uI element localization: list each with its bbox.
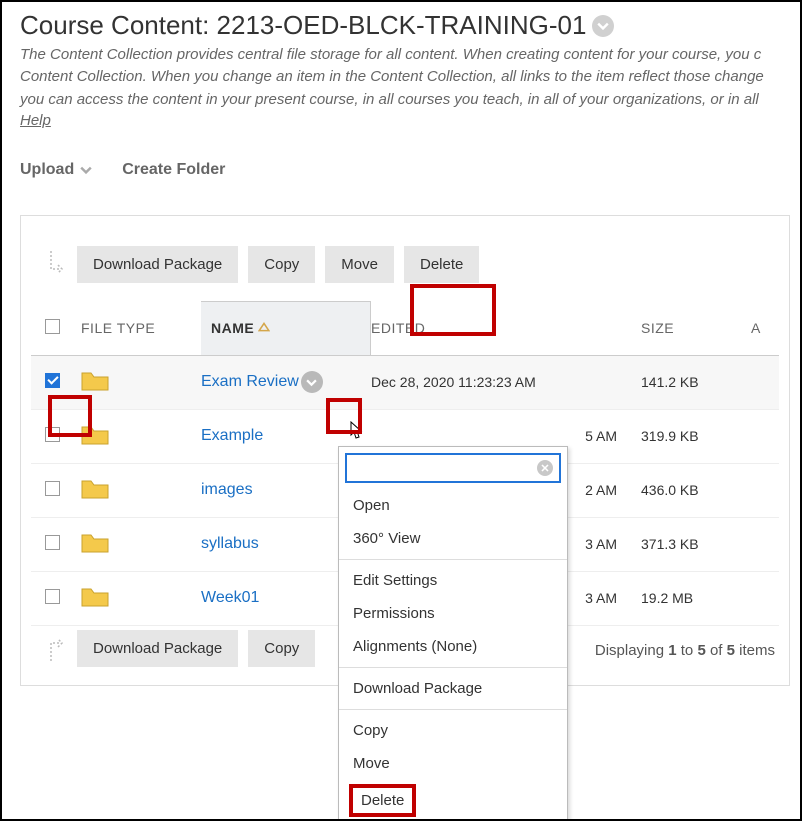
- selection-arrow-icon: [47, 249, 67, 279]
- row-size: 371.3 KB: [641, 536, 751, 552]
- row-size: 319.9 KB: [641, 428, 751, 444]
- row-checkbox[interactable]: [45, 589, 60, 604]
- download-package-button[interactable]: Download Package: [77, 246, 238, 283]
- sort-asc-icon: [258, 320, 270, 336]
- context-menu-edit-settings[interactable]: Edit Settings: [339, 564, 567, 597]
- context-menu: ✕ Open 360° View Edit Settings Permissio…: [338, 446, 568, 821]
- paging-to: 5: [697, 642, 705, 659]
- row-checkbox[interactable]: [45, 373, 60, 388]
- context-menu-open[interactable]: Open: [339, 489, 567, 522]
- paging-suffix: items: [735, 642, 775, 659]
- table-header: FILE TYPE NAME EDITED SIZE A: [31, 301, 779, 356]
- copy-button-bottom[interactable]: Copy: [248, 630, 315, 667]
- file-name-link[interactable]: Example: [201, 427, 263, 444]
- context-menu-360view[interactable]: 360° View: [339, 522, 567, 555]
- menu-separator: [339, 667, 567, 668]
- paging-of-label: of: [706, 642, 727, 659]
- paging-text: Displaying 1 to 5 of 5 items: [595, 642, 775, 659]
- file-name-link[interactable]: syllabus: [201, 535, 259, 552]
- col-name[interactable]: NAME: [201, 301, 371, 355]
- upload-button[interactable]: Upload: [20, 161, 92, 179]
- file-name-link[interactable]: Week01: [201, 589, 259, 606]
- context-menu-delete[interactable]: Delete: [349, 784, 416, 817]
- paging-to-label: to: [677, 642, 698, 659]
- upload-label: Upload: [20, 161, 74, 179]
- folder-icon: [81, 424, 201, 449]
- menu-separator: [339, 559, 567, 560]
- context-menu-move[interactable]: Move: [339, 747, 567, 780]
- download-package-button-bottom[interactable]: Download Package: [77, 630, 238, 667]
- copy-button[interactable]: Copy: [248, 246, 315, 283]
- row-size: 436.0 KB: [641, 482, 751, 498]
- col-actions: A: [751, 320, 791, 336]
- table-row: Exam Review Dec 28, 2020 11:23:23 AM 141…: [31, 356, 779, 410]
- selection-arrow-icon: [47, 633, 67, 663]
- row-edited: Dec 28, 2020 11:23:23 AM: [371, 374, 641, 390]
- close-icon[interactable]: ✕: [537, 460, 553, 476]
- context-menu-alignments[interactable]: Alignments (None): [339, 630, 567, 663]
- description-line-1: The Content Collection provides central …: [20, 45, 800, 65]
- row-checkbox[interactable]: [45, 481, 60, 496]
- more-help-link[interactable]: Help: [20, 112, 51, 129]
- action-bar-top: Download Package Copy Move Delete: [47, 246, 779, 283]
- file-name-link[interactable]: Exam Review: [201, 373, 299, 391]
- top-toolbar: Upload Create Folder: [20, 161, 800, 179]
- folder-icon: [81, 586, 201, 611]
- folder-icon: [81, 532, 201, 557]
- page-title: Course Content: 2213-OED-BLCK-TRAINING-0…: [20, 10, 800, 41]
- paging-from: 1: [668, 642, 676, 659]
- description-line-2: Content Collection. When you change an i…: [20, 67, 800, 87]
- chevron-down-icon: [80, 164, 92, 176]
- folder-icon: [81, 478, 201, 503]
- col-edited[interactable]: EDITED: [371, 320, 641, 336]
- row-checkbox[interactable]: [45, 535, 60, 550]
- context-menu-download-package[interactable]: Download Package: [339, 672, 567, 705]
- file-name-link[interactable]: images: [201, 481, 253, 498]
- create-folder-button[interactable]: Create Folder: [122, 161, 225, 179]
- paging-prefix: Displaying: [595, 642, 668, 659]
- row-edited: 5 AM: [371, 428, 641, 444]
- row-menu-button[interactable]: [301, 371, 323, 393]
- paging-total: 5: [727, 642, 735, 659]
- menu-separator: [339, 709, 567, 710]
- page-title-text: Course Content: 2213-OED-BLCK-TRAINING-0…: [20, 10, 586, 41]
- row-checkbox[interactable]: [45, 427, 60, 442]
- context-menu-search[interactable]: ✕: [345, 453, 561, 483]
- description-line-3: you can access the content in your prese…: [20, 90, 800, 110]
- col-filetype[interactable]: FILE TYPE: [81, 320, 201, 336]
- move-button[interactable]: Move: [325, 246, 394, 283]
- row-size: 19.2 MB: [641, 590, 751, 606]
- context-menu-permissions[interactable]: Permissions: [339, 597, 567, 630]
- col-size[interactable]: SIZE: [641, 320, 751, 336]
- delete-button[interactable]: Delete: [404, 246, 479, 283]
- title-chevron-icon[interactable]: [592, 15, 614, 37]
- folder-icon: [81, 370, 201, 395]
- row-size: 141.2 KB: [641, 374, 751, 390]
- col-name-label: NAME: [211, 320, 254, 336]
- select-all-checkbox[interactable]: [45, 319, 60, 334]
- context-menu-copy[interactable]: Copy: [339, 714, 567, 747]
